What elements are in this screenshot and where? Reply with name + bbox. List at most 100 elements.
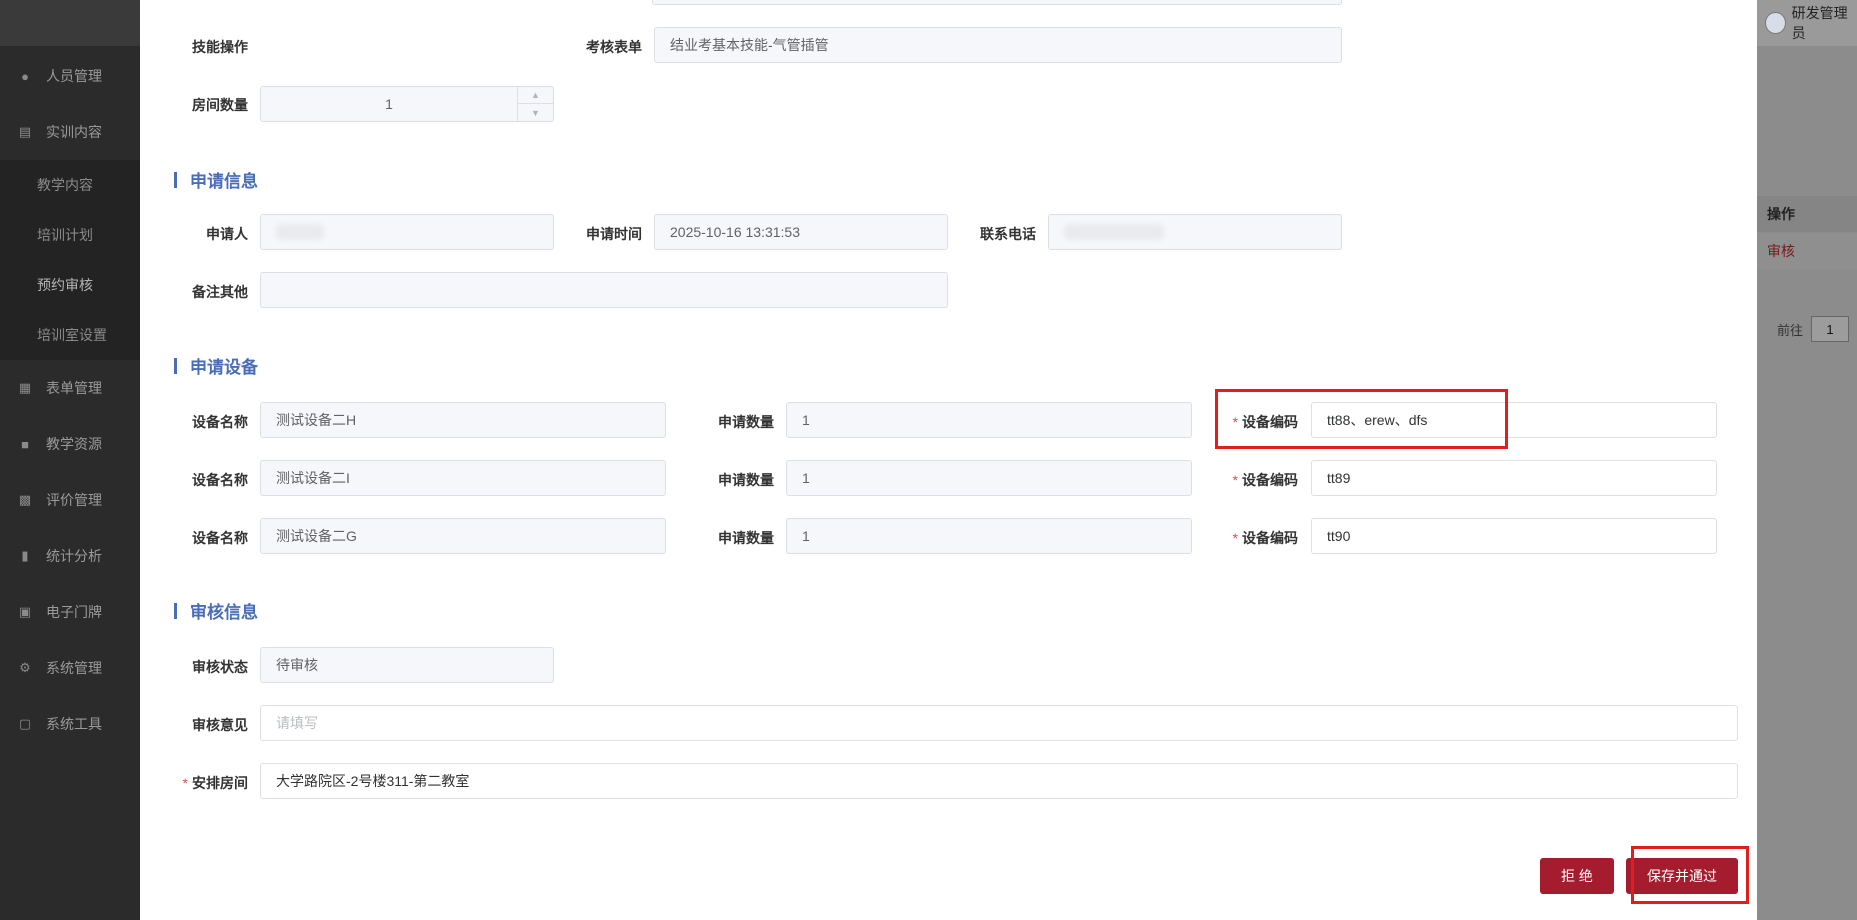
applicant-field	[260, 214, 554, 250]
phone-label: 联系电话	[980, 226, 1036, 242]
device-code-input[interactable]: tt90	[1311, 518, 1717, 554]
apply-time-value: 2025-10-16 13:31:53	[670, 224, 800, 240]
review-link[interactable]: 审核	[1757, 233, 1857, 269]
sidebar-item-training-content[interactable]: ▤ 实训内容	[0, 104, 140, 160]
device-code-input[interactable]: tt89	[1311, 460, 1717, 496]
device-name-field: 测试设备二I	[260, 460, 666, 496]
phone-field	[1048, 214, 1342, 250]
section-bar	[174, 171, 177, 188]
sidebar-item-label: 表单管理	[46, 380, 102, 396]
device-code-label-text: 设备编码	[1242, 530, 1298, 546]
sidebar-item-resources[interactable]: ■ 教学资源	[0, 416, 140, 472]
sidebar-sub-label: 培训室设置	[37, 327, 107, 343]
review-opinion-label: 审核意见	[192, 717, 248, 733]
highlight-box-save-button	[1631, 846, 1749, 904]
review-status-value: 待审核	[276, 657, 318, 673]
room-count-stepper: 1 ▲ ▼	[260, 86, 554, 122]
pagination-goto: 前往 1	[1777, 316, 1850, 342]
username: 研发管理员	[1791, 5, 1848, 41]
sidebar-item-label: 教学资源	[46, 436, 102, 452]
review-status-label: 审核状态	[192, 659, 248, 675]
device-name-label: 设备名称	[192, 472, 248, 488]
exam-form-value: 结业考基本技能-气管插管	[670, 37, 829, 53]
chevron-up-icon: ▲	[518, 87, 553, 104]
exam-form-field: 结业考基本技能-气管插管	[654, 27, 1342, 63]
sidebar-item-tools[interactable]: ▢ 系统工具	[0, 696, 140, 752]
device-qty-field: 1	[786, 518, 1192, 554]
review-opinion-input[interactable]: 请填写	[260, 705, 1738, 741]
sidebar-item-label: 实训内容	[46, 124, 102, 140]
top-partial-input	[652, 0, 1342, 5]
sidebar-item-label: 系统工具	[46, 716, 102, 732]
sidebar-sub-room-settings[interactable]: 培训室设置	[0, 310, 140, 360]
sidebar-item-personnel[interactable]: ● 人员管理	[0, 48, 140, 104]
device-qty-field: 1	[786, 460, 1192, 496]
sidebar-sub-label: 培训计划	[37, 227, 93, 243]
sidebar-item-evaluation[interactable]: ▩ 评价管理	[0, 472, 140, 528]
device-name-value: 测试设备二G	[276, 528, 357, 544]
device-name-field: 测试设备二H	[260, 402, 666, 438]
reject-button[interactable]: 拒 绝	[1540, 858, 1614, 894]
section-apply-devices: 申请设备	[174, 353, 258, 378]
device-code-label-text: 设备编码	[1242, 472, 1298, 488]
section-bar	[174, 602, 177, 619]
section-apply-info: 申请信息	[174, 167, 258, 192]
device-code-label: * 设备编码	[1226, 470, 1298, 490]
sidebar: ● 人员管理 ▤ 实训内容 教学内容 培训计划 预约审核 培训室设置 ▦ 表单管…	[0, 0, 140, 920]
required-asterisk: *	[182, 775, 188, 791]
background-content: 研发管理员 操作 审核 前往 1	[1757, 0, 1857, 920]
training-icon: ▤	[18, 124, 32, 139]
room-arrange-label-text: 安排房间	[192, 775, 248, 791]
section-title: 申请信息	[190, 172, 258, 191]
sidebar-item-label: 统计分析	[46, 548, 102, 564]
remark-label: 备注其他	[192, 284, 248, 300]
device-name-label: 设备名称	[192, 414, 248, 430]
user-icon: ●	[21, 68, 29, 84]
sidebar-item-label: 系统管理	[46, 660, 102, 676]
section-bar	[174, 357, 177, 374]
redacted-text	[1064, 224, 1164, 240]
remark-field	[260, 272, 948, 308]
user-menu[interactable]: 研发管理员	[1757, 0, 1857, 46]
table-header-action: 操作	[1757, 196, 1857, 232]
chart-icon: ▮	[21, 548, 29, 563]
sidebar-item-forms[interactable]: ▦ 表单管理	[0, 360, 140, 416]
room-select[interactable]: 大学路院区-2号楼311-第二教室	[260, 763, 1738, 799]
review-opinion-placeholder: 请填写	[276, 715, 318, 731]
sidebar-item-label: 电子门牌	[46, 604, 102, 620]
exam-form-label: 考核表单	[586, 39, 642, 55]
sidebar-item-label: 人员管理	[46, 68, 102, 84]
review-status-field: 待审核	[260, 647, 554, 683]
sidebar-logo	[0, 0, 140, 46]
room-select-value: 大学路院区-2号楼311-第二教室	[276, 773, 470, 789]
applicant-label: 申请人	[206, 226, 248, 242]
sidebar-item-statistics[interactable]: ▮ 统计分析	[0, 528, 140, 584]
device-qty-value: 1	[802, 412, 810, 428]
toolbox-icon: ▢	[18, 716, 32, 731]
apply-time-label: 申请时间	[586, 226, 642, 242]
review-dialog: 技能操作 考核表单 结业考基本技能-气管插管 房间数量 1 ▲ ▼ 申请信息 申…	[140, 0, 1757, 920]
room-count-label: 房间数量	[192, 97, 248, 113]
skill-label: 技能操作	[192, 39, 248, 55]
avatar	[1765, 12, 1786, 34]
device-qty-value: 1	[802, 528, 810, 544]
required-asterisk: *	[1232, 530, 1238, 546]
required-asterisk: *	[1232, 472, 1238, 488]
section-title: 申请设备	[190, 358, 258, 377]
room-count-value: 1	[385, 96, 393, 112]
sidebar-sub-training-plan[interactable]: 培训计划	[0, 210, 140, 260]
monitor-icon: ▣	[18, 604, 32, 619]
sidebar-item-system[interactable]: ⚙ 系统管理	[0, 640, 140, 696]
sidebar-sub-booking-review[interactable]: 预约审核	[0, 260, 140, 310]
resource-icon: ■	[21, 436, 29, 452]
pager-page-input[interactable]: 1	[1811, 316, 1850, 342]
apply-time-field: 2025-10-16 13:31:53	[654, 214, 948, 250]
sidebar-item-e-signage[interactable]: ▣ 电子门牌	[0, 584, 140, 640]
form-icon: ▦	[18, 380, 32, 395]
device-qty-label: 申请数量	[718, 530, 774, 546]
sidebar-sub-teaching-content[interactable]: 教学内容	[0, 160, 140, 210]
device-qty-label: 申请数量	[718, 414, 774, 430]
device-name-value: 测试设备二H	[276, 412, 357, 428]
device-code-value: tt89	[1327, 470, 1351, 486]
section-title: 审核信息	[190, 603, 258, 622]
